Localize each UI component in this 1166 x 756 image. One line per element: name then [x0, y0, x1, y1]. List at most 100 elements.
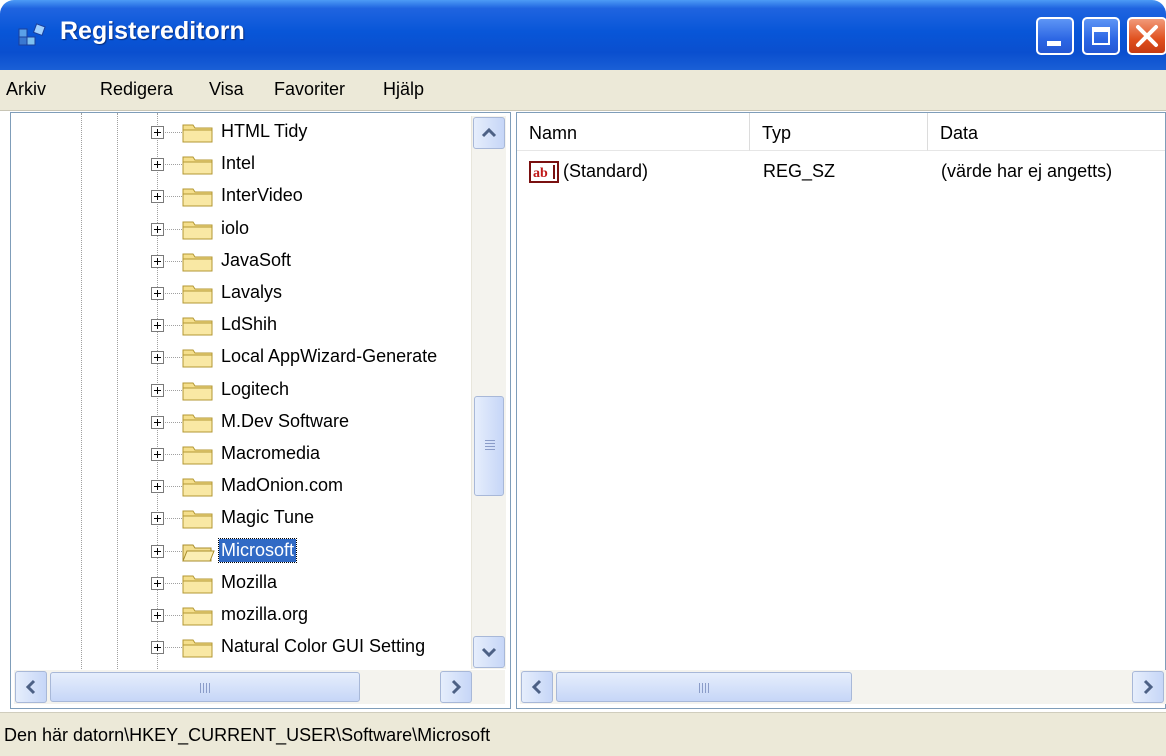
menu-arkiv[interactable]: Arkiv — [6, 79, 46, 100]
value-name: (Standard) — [563, 161, 649, 181]
key-tree[interactable]: HTML Tidy Intel InterVideo iolo JavaSoft Lava… — [10, 112, 511, 709]
menu-redigera[interactable]: Redigera — [100, 79, 173, 100]
expand-icon[interactable] — [151, 448, 164, 461]
menu-visa[interactable]: Visa — [209, 79, 244, 100]
tree-item[interactable]: HTML Tidy — [11, 117, 471, 149]
expand-icon[interactable] — [151, 641, 164, 655]
tree-item[interactable]: Magic Tune — [11, 503, 471, 535]
column-header-data[interactable]: Data — [928, 113, 1165, 151]
value-row[interactable]: ab (Standard) REG_SZ (värde har ej anget… — [517, 157, 1165, 189]
close-button[interactable] — [1127, 17, 1166, 55]
folder-icon — [182, 349, 213, 368]
expand-icon[interactable] — [151, 158, 164, 172]
expand-icon[interactable] — [151, 544, 164, 558]
expand-icon[interactable] — [151, 351, 164, 365]
expand-icon[interactable] — [151, 480, 164, 494]
value-data: (värde har ej angetts) — [941, 161, 1113, 181]
string-value-icon: ab — [529, 161, 559, 183]
tree-item-label: HTML Tidy — [221, 121, 308, 141]
tree-item-label: Intel — [221, 153, 256, 174]
tree-item-label: Lavalys — [221, 282, 283, 302]
scroll-right-button[interactable] — [1132, 671, 1164, 703]
expand-icon[interactable] — [151, 415, 164, 429]
maximize-button[interactable] — [1082, 17, 1120, 55]
folder-icon — [182, 446, 213, 465]
tree-item[interactable]: M.Dev Software — [11, 407, 471, 439]
minimize-button[interactable] — [1036, 17, 1074, 55]
status-path: Den här datorn\HKEY_CURRENT_USER\Softwar… — [4, 725, 491, 745]
folder-icon — [182, 575, 213, 594]
chevron-right-icon — [1143, 679, 1154, 695]
column-header-type[interactable]: Typ — [750, 113, 928, 151]
menu-favoriter[interactable]: Favoriter — [274, 79, 345, 100]
tree-item[interactable]: Local AppWizard-Generate — [11, 342, 471, 374]
scroll-thumb[interactable] — [556, 672, 852, 702]
window-title: Registereditorn — [60, 17, 245, 45]
tree-item-label: mozilla.org — [221, 604, 309, 624]
tree-item-label: iolo — [221, 217, 250, 238]
regedit-icon — [18, 23, 46, 46]
tree-item[interactable]: Macromedia — [11, 439, 471, 471]
tree-item[interactable]: Logitech — [11, 375, 471, 407]
folder-icon — [182, 124, 213, 143]
tree-item[interactable]: Microsoft — [11, 536, 471, 568]
tree-item[interactable]: MadOnion.com — [11, 471, 471, 503]
tree-item[interactable]: Intel — [11, 149, 471, 181]
tree-item-label: Mozilla — [221, 571, 278, 592]
scroll-left-button[interactable] — [15, 671, 47, 703]
chevron-up-icon — [481, 127, 497, 138]
tree-item[interactable]: Natural Color GUI Setting — [11, 632, 471, 664]
tree-item[interactable]: Lavalys — [11, 278, 471, 310]
values-list[interactable]: Namn Typ Data ab (Standard) REG_SZ (värd… — [516, 112, 1166, 709]
folder-open-icon — [182, 544, 215, 562]
scroll-up-button[interactable] — [473, 117, 505, 149]
expand-icon[interactable] — [151, 319, 164, 333]
folder-icon — [182, 414, 213, 433]
scroll-left-button[interactable] — [521, 671, 553, 703]
tree-item-label: Microsoft — [217, 537, 298, 563]
tree-vertical-scrollbar[interactable] — [471, 116, 506, 669]
tree-item-label: JavaSoft — [221, 249, 292, 270]
tree-item-label: Macromedia — [221, 443, 321, 463]
scroll-down-button[interactable] — [473, 636, 505, 668]
folder-icon — [182, 188, 213, 207]
expand-icon[interactable] — [151, 222, 164, 236]
chevron-down-icon — [481, 647, 497, 658]
title-bar[interactable]: Registereditorn — [0, 0, 1166, 70]
folder-icon — [182, 156, 213, 175]
expand-icon[interactable] — [151, 190, 164, 204]
tree-item[interactable]: mozilla.org — [11, 600, 471, 632]
tree-item[interactable]: JavaSoft — [11, 246, 471, 278]
tree-item[interactable]: InterVideo — [11, 181, 471, 213]
expand-icon[interactable] — [151, 287, 164, 300]
tree-item[interactable]: iolo — [11, 214, 471, 246]
folder-icon — [182, 221, 213, 240]
expand-icon[interactable] — [151, 254, 164, 268]
column-header-name[interactable]: Namn — [517, 113, 750, 151]
tree-item-label: M.Dev Software — [221, 410, 350, 431]
expand-icon[interactable] — [151, 609, 164, 622]
scroll-right-button[interactable] — [440, 671, 472, 703]
tree-item[interactable]: Mozilla — [11, 568, 471, 600]
expand-icon[interactable] — [151, 576, 164, 590]
tree-item[interactable]: LdShih — [11, 310, 471, 342]
scroll-thumb[interactable] — [50, 672, 360, 702]
tree-item-label: Local AppWizard-Generate — [221, 346, 438, 367]
tree-item-label: InterVideo — [221, 185, 303, 206]
folder-icon — [182, 478, 213, 497]
folder-icon — [182, 510, 213, 529]
close-icon — [1136, 25, 1158, 47]
chevron-right-icon — [451, 679, 462, 695]
tree-horizontal-scrollbar[interactable] — [14, 670, 505, 704]
folder-icon — [182, 317, 213, 336]
expand-icon[interactable] — [151, 383, 164, 397]
tree-item-label: Magic Tune — [221, 507, 315, 528]
expand-icon[interactable] — [151, 512, 164, 526]
folder-icon — [182, 285, 213, 304]
scroll-thumb[interactable] — [474, 396, 504, 496]
folder-icon — [182, 382, 213, 401]
folder-icon — [182, 253, 213, 272]
menu-hjalp[interactable]: Hjälp — [383, 79, 424, 100]
expand-icon[interactable] — [151, 126, 164, 139]
list-horizontal-scrollbar[interactable] — [520, 670, 1166, 704]
